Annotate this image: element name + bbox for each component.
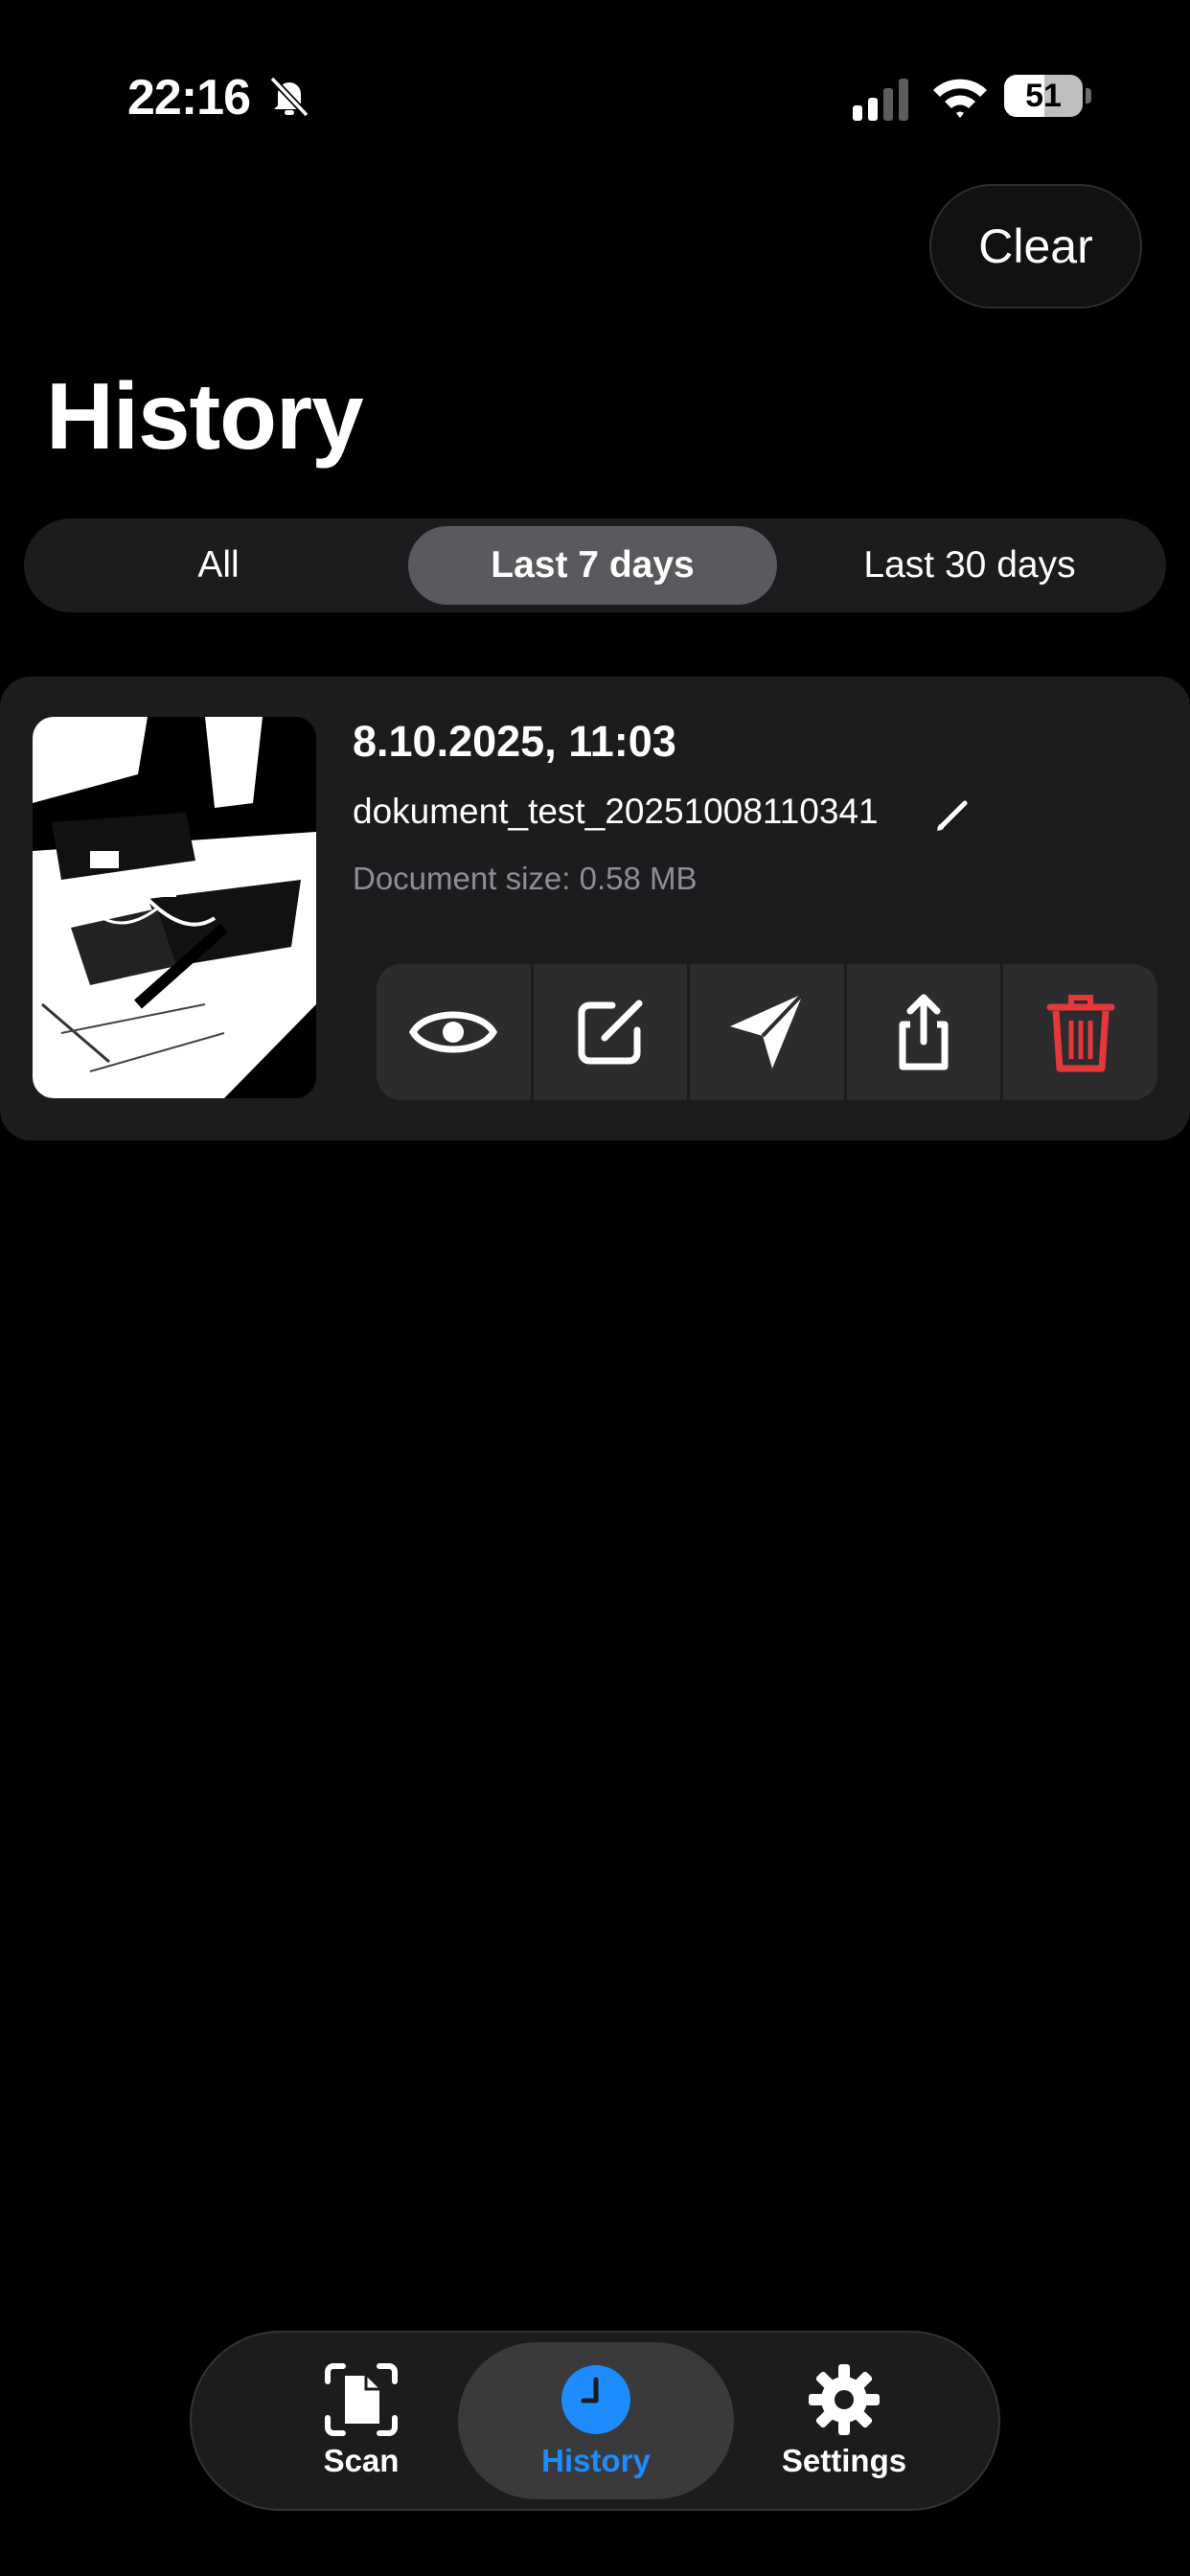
delete-button[interactable] <box>1003 964 1157 1100</box>
battery-icon: 51 <box>1004 75 1083 117</box>
filter-last-30-days[interactable]: Last 30 days <box>781 526 1158 605</box>
page-title: History <box>46 363 364 469</box>
tab-history[interactable]: History <box>458 2342 734 2499</box>
clear-button[interactable]: Clear <box>929 184 1142 309</box>
view-button[interactable] <box>377 964 531 1100</box>
send-button[interactable] <box>690 964 844 1100</box>
edit-square-icon <box>578 1000 643 1065</box>
document-date: 8.10.2025, 11:03 <box>353 717 676 766</box>
document-actions <box>377 964 1157 1100</box>
battery-percent: 51 <box>1025 78 1062 114</box>
tab-scan[interactable]: Scan <box>241 2342 481 2499</box>
tab-bar: Scan History Settings <box>190 2331 1000 2511</box>
share-button[interactable] <box>846 964 1001 1100</box>
status-time: 22:16 <box>127 70 251 126</box>
share-icon <box>899 994 949 1070</box>
scan-document-icon <box>325 2363 398 2436</box>
tab-settings-label: Settings <box>781 2443 907 2478</box>
eye-icon <box>409 1011 498 1053</box>
tab-history-label: History <box>541 2443 651 2478</box>
battery-tip <box>1086 88 1091 104</box>
cellular-signal-icon <box>853 79 908 121</box>
gear-icon <box>809 2364 880 2435</box>
document-size: Document size: 0.58 MB <box>353 861 698 896</box>
clock-icon <box>561 2365 630 2434</box>
document-name: dokument_test_20251008110341 <box>353 792 879 831</box>
tab-settings[interactable]: Settings <box>724 2342 964 2499</box>
wifi-icon <box>933 79 987 118</box>
trash-icon <box>1046 995 1115 1072</box>
document-card[interactable]: 8.10.2025, 11:03 dokument_test_202510081… <box>0 677 1190 1140</box>
filter-all[interactable]: All <box>32 526 405 605</box>
rename-pencil-icon[interactable] <box>934 795 973 834</box>
tab-scan-label: Scan <box>323 2443 400 2478</box>
document-thumbnail[interactable] <box>33 717 316 1098</box>
bell-slash-icon <box>269 76 309 118</box>
date-filter-segmented-control: All Last 7 days Last 30 days <box>24 518 1166 612</box>
edit-button[interactable] <box>533 964 688 1100</box>
paper-plane-icon <box>730 992 805 1069</box>
filter-last-7-days[interactable]: Last 7 days <box>408 526 777 605</box>
